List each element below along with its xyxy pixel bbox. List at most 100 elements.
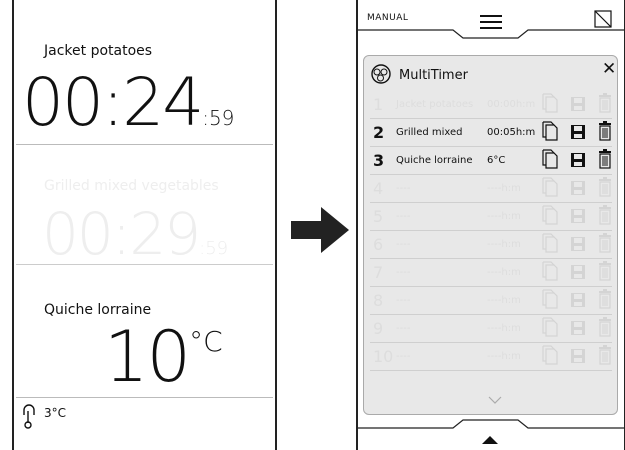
timer-2-value: 00:29:59: [42, 205, 228, 263]
save-icon[interactable]: [570, 151, 586, 173]
row-time: ----h:m: [487, 295, 521, 306]
timer-1-label: Jacket potatoes: [44, 43, 153, 59]
multitimer-screen: MANUAL MultiTimer ✕ 1 Jacket potatoes 00:0…: [356, 0, 625, 450]
row-name: Jacket potatoes: [396, 99, 474, 110]
row-name: Quiche lorraine: [396, 155, 473, 166]
row-name: ----: [396, 211, 411, 222]
row-name: Grilled mixed: [396, 127, 463, 138]
copy-icon[interactable]: [542, 177, 558, 201]
copy-icon[interactable]: [542, 121, 558, 145]
row-number: 2: [373, 123, 385, 142]
save-icon[interactable]: [570, 263, 586, 285]
multitimer-dialog: MultiTimer ✕ 1 Jacket potatoes 00:00h:m 2 Gr…: [363, 55, 618, 415]
copy-icon[interactable]: [542, 317, 558, 341]
row-time: ----h:m: [487, 267, 521, 278]
screen-off-icon[interactable]: [594, 10, 612, 32]
top-bar: MANUAL: [358, 0, 624, 39]
copy-icon[interactable]: [542, 345, 558, 369]
row-number: 1: [373, 95, 384, 114]
timer-row[interactable]: 2 Grilled mixed 00:05h:m: [370, 118, 612, 147]
mode-label: MANUAL: [367, 13, 409, 23]
timer-row[interactable]: 8 ---- ----h:m: [370, 286, 612, 315]
trash-icon[interactable]: [598, 261, 612, 285]
chevron-up-icon[interactable]: [482, 429, 498, 448]
copy-icon[interactable]: [542, 261, 558, 285]
timer-row[interactable]: 3 Quiche lorraine 6°C: [370, 146, 612, 175]
row-number: 8: [373, 291, 384, 310]
save-icon[interactable]: [570, 179, 586, 201]
timer-row[interactable]: 4 ---- ----h:m: [370, 174, 612, 203]
row-time: ----h:m: [487, 323, 521, 334]
timer-2-label: Grilled mixed vegetables: [44, 178, 219, 194]
timer-1-main: 00:24: [22, 64, 204, 141]
probe-temperature: 3°C: [44, 406, 67, 420]
save-icon[interactable]: [570, 207, 586, 229]
row-time: 6°C: [487, 155, 506, 166]
multitimer-icon: [370, 63, 392, 89]
timer-section-2[interactable]: Grilled mixed vegetables 00:29:59: [14, 145, 275, 265]
save-icon[interactable]: [570, 123, 586, 145]
trash-icon[interactable]: [598, 93, 612, 117]
row-time: 00:00h:m: [487, 99, 536, 110]
timer-2-seconds: :59: [199, 238, 229, 259]
timer-2-main: 00:29: [42, 200, 201, 268]
timer-section-1[interactable]: Jacket potatoes 00:24:59: [14, 0, 275, 145]
save-icon[interactable]: [570, 95, 586, 117]
temperature-main: 10: [104, 316, 191, 398]
probe-icon: [22, 403, 36, 433]
right-arrow-icon: [291, 207, 351, 257]
row-name: ----: [396, 295, 411, 306]
timer-row[interactable]: 5 ---- ----h:m: [370, 202, 612, 231]
row-name: ----: [396, 351, 411, 362]
timer-row[interactable]: 6 ---- ----h:m: [370, 230, 612, 259]
trash-icon[interactable]: [598, 205, 612, 229]
row-time: ----h:m: [487, 351, 521, 362]
save-icon[interactable]: [570, 291, 586, 313]
timers-screen: Jacket potatoes 00:24:59 Grilled mixed v…: [12, 0, 277, 450]
row-time: ----h:m: [487, 239, 521, 250]
timer-1-seconds: :59: [202, 106, 235, 130]
save-icon[interactable]: [570, 319, 586, 341]
row-time: ----h:m: [487, 183, 521, 194]
trash-icon[interactable]: [598, 233, 612, 257]
timer-row[interactable]: 7 ---- ----h:m: [370, 258, 612, 287]
copy-icon[interactable]: [542, 233, 558, 257]
row-name: ----: [396, 239, 411, 250]
trash-icon[interactable]: [598, 121, 612, 145]
row-number: 5: [373, 207, 384, 226]
timer-section-3[interactable]: Quiche lorraine 10°C: [14, 265, 275, 397]
copy-icon[interactable]: [542, 149, 558, 173]
row-number: 7: [373, 263, 384, 282]
row-number: 4: [373, 179, 384, 198]
probe-section: 3°C: [14, 400, 275, 440]
timer-1-value: 00:24:59: [22, 70, 234, 136]
temperature-unit: °C: [189, 325, 223, 358]
row-name: ----: [396, 323, 411, 334]
row-number: 3: [373, 151, 385, 170]
trash-icon[interactable]: [598, 289, 612, 313]
row-time: ----h:m: [487, 211, 521, 222]
temperature-value: 10°C: [104, 322, 223, 392]
timer-row[interactable]: 10 ---- ----h:m: [370, 342, 612, 371]
copy-icon[interactable]: [542, 93, 558, 117]
hamburger-icon[interactable]: [480, 14, 502, 33]
row-number: 6: [373, 235, 384, 254]
divider: [16, 397, 273, 398]
timer-row[interactable]: 1 Jacket potatoes 00:00h:m: [370, 90, 612, 119]
copy-icon[interactable]: [542, 205, 558, 229]
close-icon[interactable]: ✕: [602, 59, 616, 79]
trash-icon[interactable]: [598, 149, 612, 173]
timer-row[interactable]: 9 ---- ----h:m: [370, 314, 612, 343]
chevron-down-icon[interactable]: [488, 389, 502, 408]
dialog-title: MultiTimer: [399, 68, 468, 83]
row-number: 10: [373, 347, 394, 366]
copy-icon[interactable]: [542, 289, 558, 313]
save-icon[interactable]: [570, 235, 586, 257]
row-number: 9: [373, 319, 384, 338]
trash-icon[interactable]: [598, 345, 612, 369]
save-icon[interactable]: [570, 347, 586, 369]
trash-icon[interactable]: [598, 317, 612, 341]
row-name: ----: [396, 183, 411, 194]
bottom-bar: [358, 410, 624, 450]
trash-icon[interactable]: [598, 177, 612, 201]
